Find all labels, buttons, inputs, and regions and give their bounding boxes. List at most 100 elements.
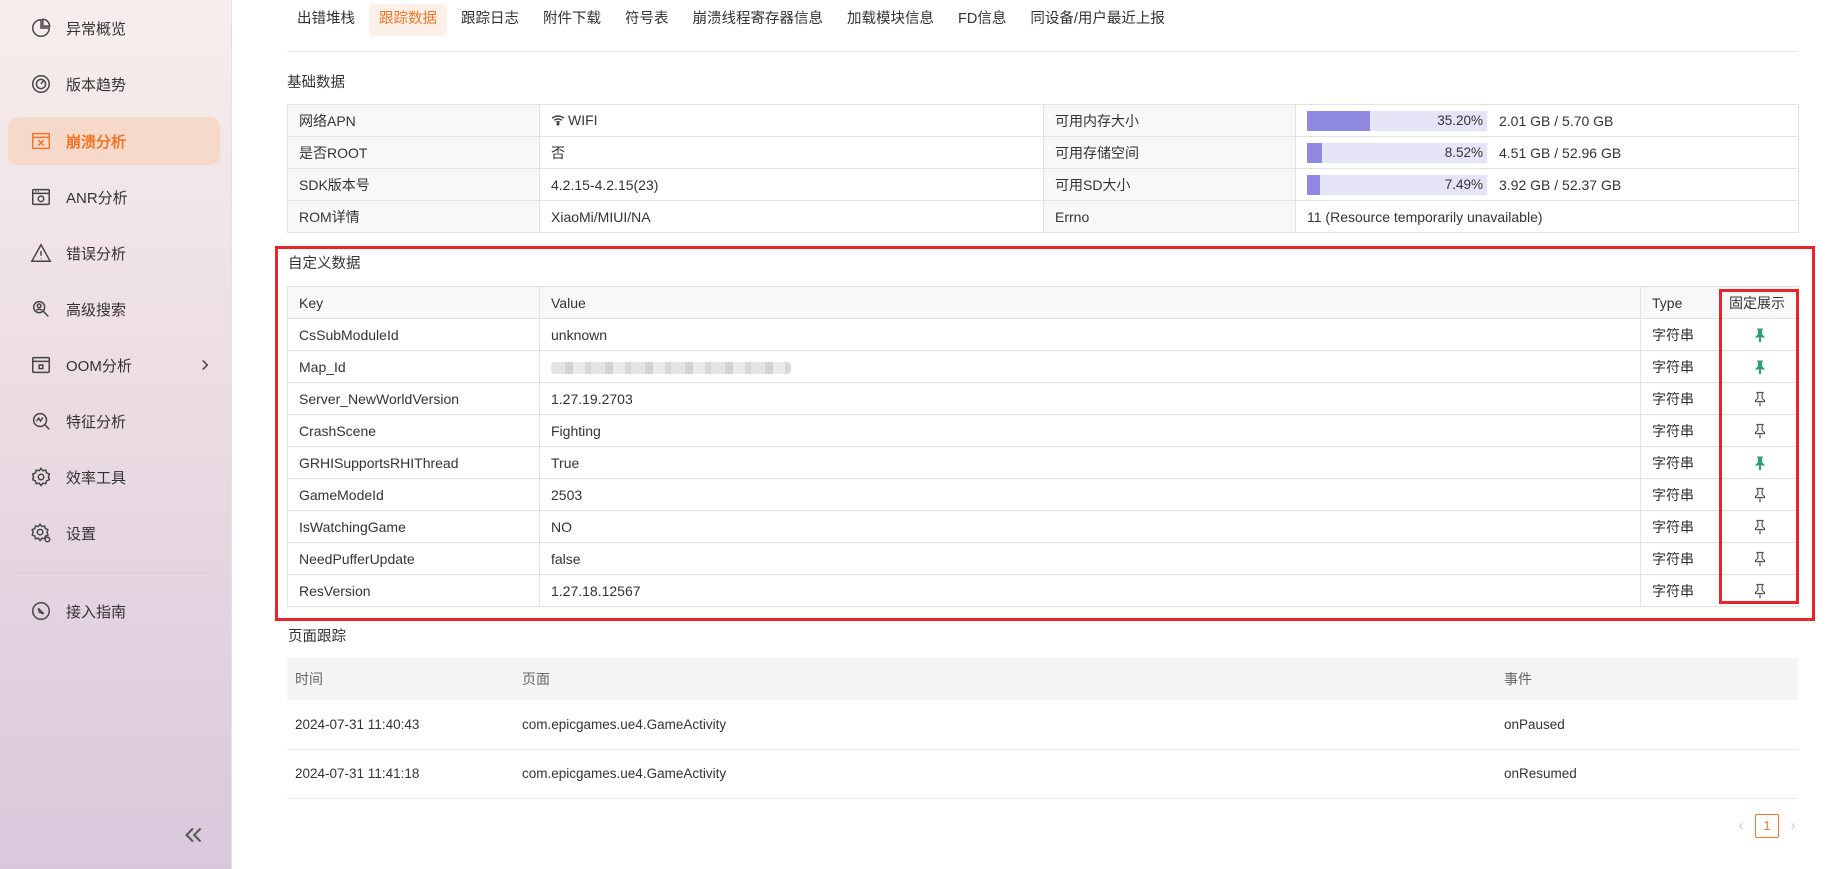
row-label: 可用SD大小 [1043,168,1296,201]
tabs-divider [287,51,1798,52]
warning-icon [30,242,52,264]
sidebar-item-label: 接入指南 [66,603,127,621]
trace-time: 2024-07-31 11:40:43 [287,700,514,750]
wifi-icon [551,113,565,129]
row-value: 8.52% 4.51 GB / 52.96 GB [1295,136,1799,169]
row-value: 4.2.15-4.2.15(23) [539,168,1044,201]
table-row: SDK版本号 4.2.15-4.2.15(23) 可用SD大小 7.49% 3.9… [287,168,1799,201]
row-value: XiaoMi/MIUI/NA [539,200,1044,233]
network-value: WIFI [568,111,598,128]
basic-data-title: 基础数据 [287,75,345,91]
sidebar-item-efficiency-tools[interactable]: 效率工具 [8,453,220,501]
tab-7[interactable]: FD信息 [948,4,1016,36]
trace-page: com.epicgames.ue4.GameActivity [514,700,1496,750]
memory-usage-bar: 35.20% [1307,110,1487,131]
settings-icon [30,522,52,544]
column-header-event: 事件 [1496,658,1798,700]
table-header-row: 时间 页面 事件 [287,658,1798,700]
sidebar-item-label: 设置 [66,525,97,543]
tab-8[interactable]: 同设备/用户最近上报 [1020,4,1175,36]
sidebar-item-version-trend[interactable]: 版本趋势 [8,60,220,108]
trace-event: onPaused [1496,700,1798,750]
table-row: ROM详情 XiaoMi/MIUI/NA Errno 11 (Resource … [287,200,1799,233]
bar-detail: 2.01 GB / 5.70 GB [1499,112,1614,129]
column-header-page: 页面 [514,658,1496,700]
sidebar: 异常概览 版本趋势 崩溃分析 ANR分析 错误分析 高级搜索 OOM分析 特征分… [0,0,232,869]
collapse-sidebar-icon[interactable] [180,822,206,848]
tab-0[interactable]: 出错堆栈 [287,4,365,36]
sidebar-item-anr[interactable]: ANR分析 [8,173,220,221]
gauge-icon [30,73,52,95]
row-value: 否 [539,136,1044,169]
sidebar-item-label: 错误分析 [66,245,127,263]
app-window-icon [30,186,52,208]
bar-percent: 7.49% [1444,176,1483,192]
row-label: ROM详情 [287,200,540,233]
sidebar-item-feature[interactable]: 特征分析 [8,397,220,445]
feature-search-icon [30,410,52,432]
tab-2[interactable]: 跟踪日志 [451,4,529,36]
column-header-time: 时间 [287,658,514,700]
sidebar-item-label: ANR分析 [66,189,128,207]
sidebar-item-oom[interactable]: OOM分析 [8,341,220,389]
table-row: 2024-07-31 11:40:43 com.epicgames.ue4.Ga… [287,700,1798,750]
bar-percent: 8.52% [1444,144,1483,160]
bar-detail: 4.51 GB / 52.96 GB [1499,144,1622,161]
storage-usage-bar: 8.52% [1307,142,1487,163]
sidebar-item-label: 版本趋势 [66,76,127,94]
table-row: 2024-07-31 11:41:18 com.epicgames.ue4.Ga… [287,749,1798,799]
row-label: 是否ROOT [287,136,540,169]
sd-usage-bar: 7.49% [1307,174,1487,195]
tab-3[interactable]: 附件下载 [533,4,611,36]
pie-chart-icon [30,17,52,39]
pin-column-highlight-box [1719,289,1799,604]
trace-time: 2024-07-31 11:41:18 [287,749,514,799]
basic-data-table: 网络APN WIFI 可用内存大小 35.20% 2.01 GB / 5.70 G… [287,104,1799,233]
sidebar-item-label: 异常概览 [66,20,127,38]
sidebar-item-label: 高级搜索 [66,301,127,319]
tab-5[interactable]: 崩溃线程寄存器信息 [683,4,834,36]
row-label: Errno [1043,200,1296,233]
sidebar-item-label: OOM分析 [66,357,132,375]
sidebar-item-label: 崩溃分析 [66,133,127,151]
next-page-button[interactable]: › [1785,815,1801,837]
compass-icon [30,600,52,622]
pagination: ‹ 1 › [1733,814,1801,838]
sidebar-item-crash-analysis[interactable]: 崩溃分析 [8,117,220,165]
prev-page-button[interactable]: ‹ [1733,815,1749,837]
trace-event: onResumed [1496,749,1798,799]
tab-1[interactable]: 跟踪数据 [369,4,447,36]
table-row: 网络APN WIFI 可用内存大小 35.20% 2.01 GB / 5.70 G… [287,104,1799,137]
sidebar-item-error[interactable]: 错误分析 [8,229,220,277]
detail-tabs: 出错堆栈 跟踪数据 跟踪日志 附件下载 符号表 崩溃线程寄存器信息 加载模块信息 FD信息 同设… [287,4,1179,36]
row-value: 35.20% 2.01 GB / 5.70 GB [1295,104,1799,137]
tab-4[interactable]: 符号表 [615,4,679,36]
sidebar-item-advanced-search[interactable]: 高级搜索 [8,285,220,333]
sidebar-divider [12,572,212,573]
memory-icon [30,354,52,376]
page-trace-title: 页面跟踪 [288,629,346,645]
table-row: 是否ROOT 否 可用存储空间 8.52% 4.51 GB / 52.96 GB [287,136,1799,169]
bar-percent: 35.20% [1437,112,1483,128]
row-label: 可用存储空间 [1043,136,1296,169]
bar-detail: 3.92 GB / 52.37 GB [1499,176,1622,193]
row-value: 7.49% 3.92 GB / 52.37 GB [1295,168,1799,201]
trace-page: com.epicgames.ue4.GameActivity [514,749,1496,799]
chevron-right-icon[interactable] [196,356,214,374]
row-value: WIFI [539,104,1044,137]
sidebar-item-overview[interactable]: 异常概览 [8,4,220,52]
row-label: 可用内存大小 [1043,104,1296,137]
page-trace-table: 时间 页面 事件 2024-07-31 11:40:43 com.epicgam… [287,658,1798,799]
row-value: 11 (Resource temporarily unavailable) [1295,200,1799,233]
page-1-button[interactable]: 1 [1755,814,1779,838]
sidebar-item-settings[interactable]: 设置 [8,509,220,557]
sidebar-item-access-guide[interactable]: 接入指南 [8,587,220,635]
row-label: SDK版本号 [287,168,540,201]
custom-data-highlight-box [275,246,1815,621]
tab-6[interactable]: 加载模块信息 [837,4,944,36]
crash-window-icon [30,130,52,152]
row-label: 网络APN [287,104,540,137]
search-person-icon [30,298,52,320]
gear-icon [30,466,52,488]
sidebar-item-label: 效率工具 [66,469,127,487]
